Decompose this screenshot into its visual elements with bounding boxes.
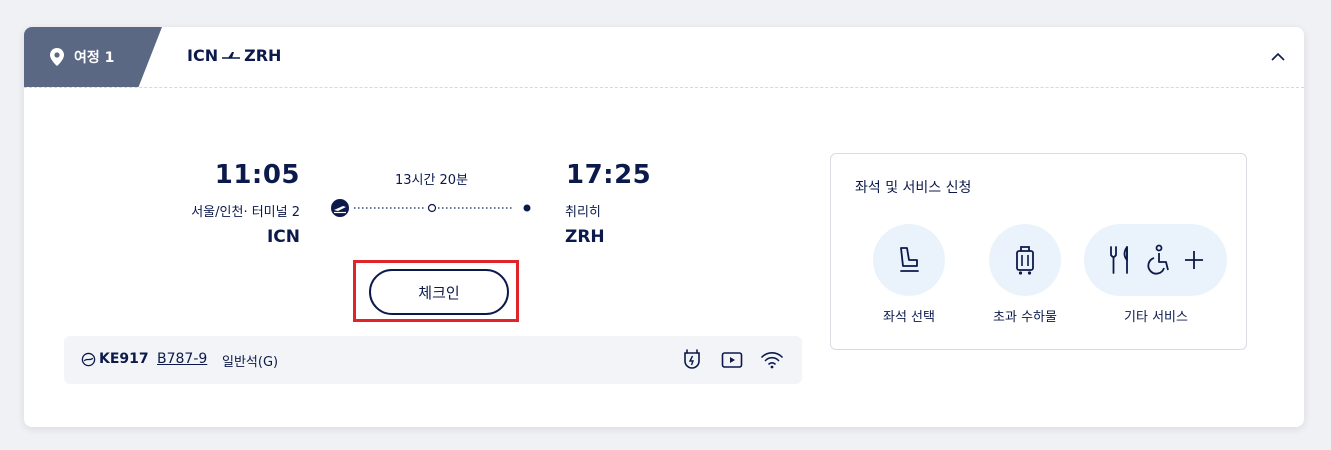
- flight-number: KE917: [99, 351, 149, 367]
- seat-icon: [900, 247, 919, 272]
- flight-segment: 11:05 서울/인천· 터미널 2 ICN 13시간 20분 17:25 취리…: [24, 87, 1304, 427]
- flight-info-bar: KE917 B787-9 일반석(G): [64, 336, 802, 384]
- departure-place: 서울/인천· 터미널 2: [191, 205, 300, 220]
- itinerary-card: 여정 1 ICN ZRH 11:05 서울/인천· 터미널 2 ICN 13시간…: [24, 27, 1304, 427]
- luggage-icon: [1016, 246, 1034, 275]
- departure-code: ICN: [266, 227, 300, 247]
- takeoff-icon: [331, 199, 349, 217]
- chevron-up-icon[interactable]: [1268, 47, 1288, 67]
- airline-logo-icon: [81, 352, 96, 367]
- services-panel: 좌석 및 서비스 신청 좌석 선택 초과 수하물 기타 서비스: [830, 153, 1247, 350]
- checkin-button[interactable]: 체크인: [369, 269, 509, 315]
- services-title: 좌석 및 서비스 신청: [855, 180, 972, 196]
- journey-tab: 여정 1: [24, 27, 162, 87]
- arrival-place: 취리히: [565, 205, 601, 220]
- journey-label: 여정 1: [74, 50, 115, 66]
- seat-selection-label: 좌석 선택: [883, 310, 935, 325]
- wifi-icon: [761, 352, 783, 369]
- card-header: 여정 1 ICN ZRH: [24, 27, 1304, 88]
- other-services-button[interactable]: [1084, 224, 1227, 296]
- flight-timeline: [331, 199, 531, 217]
- excess-baggage-label: 초과 수하물: [993, 310, 1057, 325]
- power-outlet-icon: [684, 349, 700, 369]
- route-summary: ICN ZRH: [187, 46, 281, 65]
- location-pin-icon: [50, 48, 64, 66]
- plane-icon: [222, 51, 241, 59]
- excess-baggage-button[interactable]: [989, 224, 1061, 296]
- departure-time: 11:05: [214, 160, 300, 190]
- cabin-class: 일반석(G): [222, 355, 279, 370]
- aircraft-link[interactable]: B787-9: [157, 351, 207, 367]
- wheelchair-icon: [1146, 244, 1169, 275]
- flight-duration: 13시간 20분: [394, 173, 469, 188]
- route-origin: ICN: [187, 46, 219, 65]
- arrival-code: ZRH: [565, 227, 605, 247]
- seat-selection-button[interactable]: [873, 224, 945, 296]
- video-icon: [721, 352, 743, 368]
- meal-icon: [1109, 246, 1128, 274]
- arrival-time: 17:25: [566, 160, 652, 190]
- route-destination: ZRH: [244, 46, 282, 65]
- other-services-label: 기타 서비스: [1124, 310, 1188, 325]
- plus-icon: [1184, 251, 1203, 269]
